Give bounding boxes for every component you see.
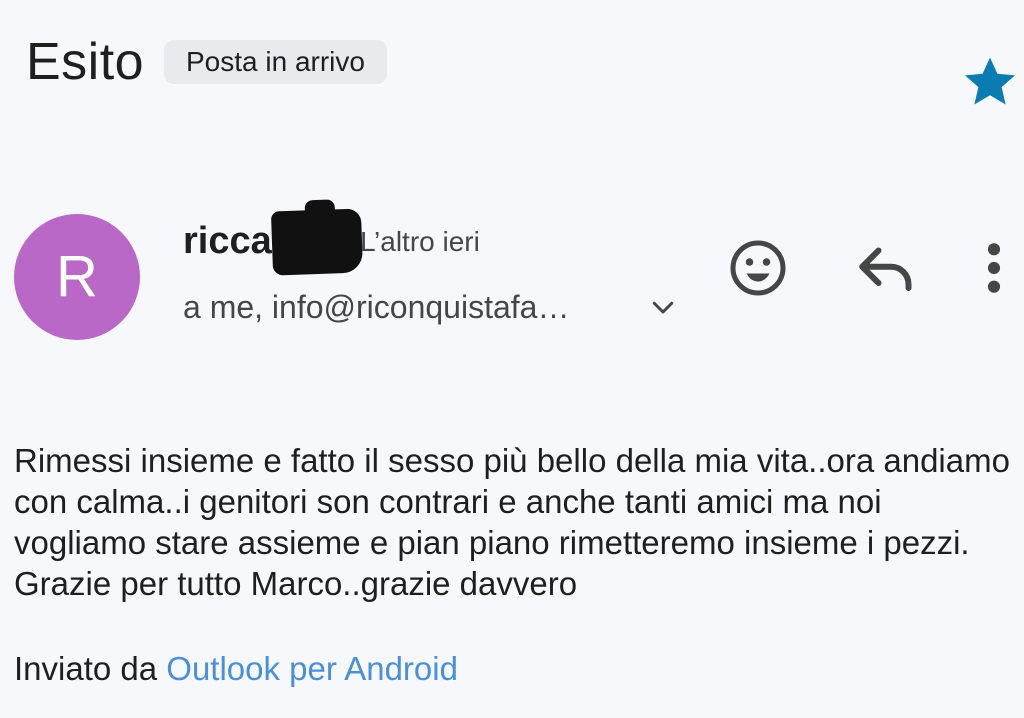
- sender-avatar[interactable]: R: [14, 214, 140, 340]
- star-icon[interactable]: [960, 52, 1020, 112]
- signature-prefix: Inviato da: [14, 650, 167, 687]
- email-subject: Esito: [26, 33, 145, 91]
- emoji-react-icon[interactable]: [728, 238, 788, 298]
- message-timestamp: L’altro ieri: [360, 226, 480, 257]
- message-signature: Inviato da Outlook per Android: [14, 648, 458, 690]
- inbox-label-chip[interactable]: Posta in arrivo: [164, 40, 387, 84]
- reply-icon[interactable]: [856, 242, 916, 294]
- recipients-summary[interactable]: a me, info@riconquistafa…: [183, 286, 569, 328]
- outlook-android-link[interactable]: Outlook per Android: [166, 650, 458, 687]
- chevron-down-icon[interactable]: [648, 292, 678, 322]
- sender-name[interactable]: ricca: [183, 218, 272, 264]
- more-vert-icon[interactable]: [982, 240, 1006, 296]
- message-body: Rimessi insieme e fatto il sesso più bel…: [14, 442, 1010, 602]
- redaction-mark: [270, 208, 364, 276]
